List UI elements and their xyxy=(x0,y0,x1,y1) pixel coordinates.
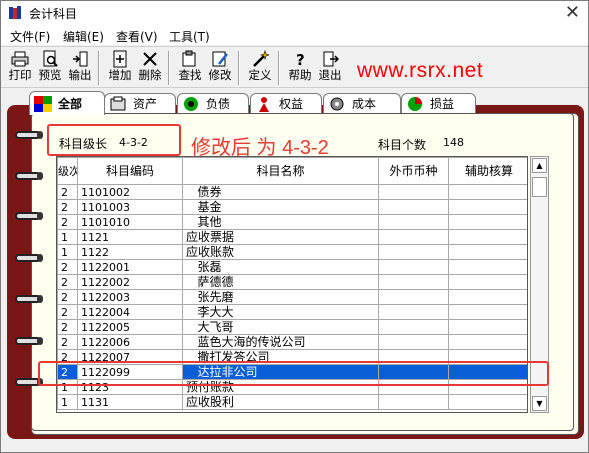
export-button[interactable]: 输出 xyxy=(65,50,95,86)
svg-text:?: ? xyxy=(296,51,305,68)
tab-profit-loss[interactable]: 损益 xyxy=(401,93,476,113)
magic-wand-icon xyxy=(253,50,269,67)
subject-count-label: 科目个数 xyxy=(378,138,427,152)
delete-x-icon xyxy=(143,52,157,66)
profit-loss-icon xyxy=(408,96,422,111)
table-row[interactable]: 2 1101003 基金 xyxy=(57,199,527,215)
exit-door-icon xyxy=(323,51,339,67)
tab-assets[interactable]: 资产 xyxy=(104,93,176,113)
tab-assets-label: 资产 xyxy=(133,97,158,111)
table-row[interactable]: 2 1122006 蓝色大海的传说公司 xyxy=(57,334,527,350)
binder-ring xyxy=(15,295,43,303)
binder-ring xyxy=(15,212,43,220)
export-icon xyxy=(73,51,88,67)
app-book-icon xyxy=(9,6,21,19)
menu-edit[interactable]: 编辑(E) xyxy=(63,28,104,45)
menu-view[interactable]: 查看(V) xyxy=(116,28,158,45)
col-code-header[interactable]: 科目编码 xyxy=(77,157,183,185)
toolbar-separator xyxy=(98,51,100,85)
tab-all-label: 全部 xyxy=(58,97,83,111)
binder-ring xyxy=(15,172,43,180)
table-row[interactable]: 2 1122002 萨德德 xyxy=(57,274,527,290)
table-row[interactable]: 2 1101010 其他 xyxy=(57,214,527,230)
preview-icon xyxy=(43,50,58,67)
level-highlight-box xyxy=(47,124,181,156)
col-currency-header[interactable]: 外币币种 xyxy=(378,157,449,185)
modify-button[interactable]: 修改 xyxy=(205,50,235,86)
scroll-down-icon[interactable]: ▼ xyxy=(532,396,547,411)
toolbar: 打印 预览 输出 增加 删除 查找 修改 定义 ? 帮助 退出 xyxy=(1,46,588,88)
cost-gear-icon xyxy=(330,97,344,110)
scroll-up-icon[interactable]: ▲ xyxy=(532,158,547,173)
binder-ring xyxy=(15,254,43,262)
assets-icon xyxy=(110,96,126,110)
toolbar-separator xyxy=(168,51,170,85)
find-icon xyxy=(182,50,196,67)
row-highlight-box xyxy=(38,361,549,386)
table-row[interactable]: 1 1121 应收票据 xyxy=(57,229,527,245)
tab-liabilities-label: 负债 xyxy=(206,97,231,111)
tab-liabilities[interactable]: 负债 xyxy=(177,93,249,113)
binder-ring xyxy=(15,337,43,345)
tab-equity[interactable]: 权益 xyxy=(250,93,322,113)
col-name-header[interactable]: 科目名称 xyxy=(182,157,379,185)
tab-all[interactable]: 全部 xyxy=(29,91,105,115)
tab-profit-loss-label: 损益 xyxy=(430,97,455,111)
menu-file[interactable]: 文件(F) xyxy=(10,28,50,45)
add-document-icon xyxy=(113,50,127,68)
website-watermark: www.rsrx.net xyxy=(357,59,484,82)
define-button[interactable]: 定义 xyxy=(245,50,275,86)
tab-cost-label: 成本 xyxy=(352,97,377,111)
scroll-thumb[interactable] xyxy=(532,177,547,197)
menu-bar: 文件(F) 编辑(E) 查看(V) 工具(T) xyxy=(1,25,588,45)
col-aux-header[interactable]: 辅助核算 xyxy=(448,157,527,185)
subject-count-value: 148 xyxy=(443,136,464,149)
table-row[interactable]: 2 1101002 债券 xyxy=(57,184,527,200)
equity-person-icon xyxy=(259,96,269,112)
exit-button[interactable]: 退出 xyxy=(315,50,345,86)
binder-ring xyxy=(15,131,43,139)
help-question-icon: ? xyxy=(296,51,305,68)
table-row[interactable]: 2 1122003 张先磨 xyxy=(57,289,527,305)
window-title: 会计科目 xyxy=(29,7,78,21)
table-header-row: 级次 科目编码 科目名称 外币币种 辅助核算 xyxy=(57,157,527,185)
table-row[interactable]: 2 1122005 大飞哥 xyxy=(57,319,527,335)
printer-icon xyxy=(11,51,29,67)
all-categories-icon xyxy=(34,95,52,112)
tab-cost[interactable]: 成本 xyxy=(323,93,401,113)
delete-button[interactable]: 删除 xyxy=(135,50,165,86)
table-row[interactable]: 2 1122004 李大大 xyxy=(57,304,527,320)
edit-pencil-icon xyxy=(212,51,228,67)
tab-equity-label: 权益 xyxy=(279,97,304,111)
close-icon[interactable]: ✕ xyxy=(565,2,580,23)
liabilities-icon xyxy=(184,96,198,111)
table-row[interactable]: 1 1122 应收账款 xyxy=(57,244,527,260)
account-subjects-window: 会计科目 ✕ 文件(F) 编辑(E) 查看(V) 工具(T) 打印 预览 输出 … xyxy=(0,0,589,453)
col-level-header[interactable]: 级次 xyxy=(57,157,78,185)
table-row[interactable]: 1 1131 应收股利 xyxy=(57,394,527,410)
toolbar-separator xyxy=(238,51,240,85)
table-row[interactable]: 2 1122001 张磊 xyxy=(57,259,527,275)
menu-tools[interactable]: 工具(T) xyxy=(169,28,210,45)
title-bar: 会计科目 ✕ xyxy=(1,1,588,25)
toolbar-separator xyxy=(278,51,280,85)
